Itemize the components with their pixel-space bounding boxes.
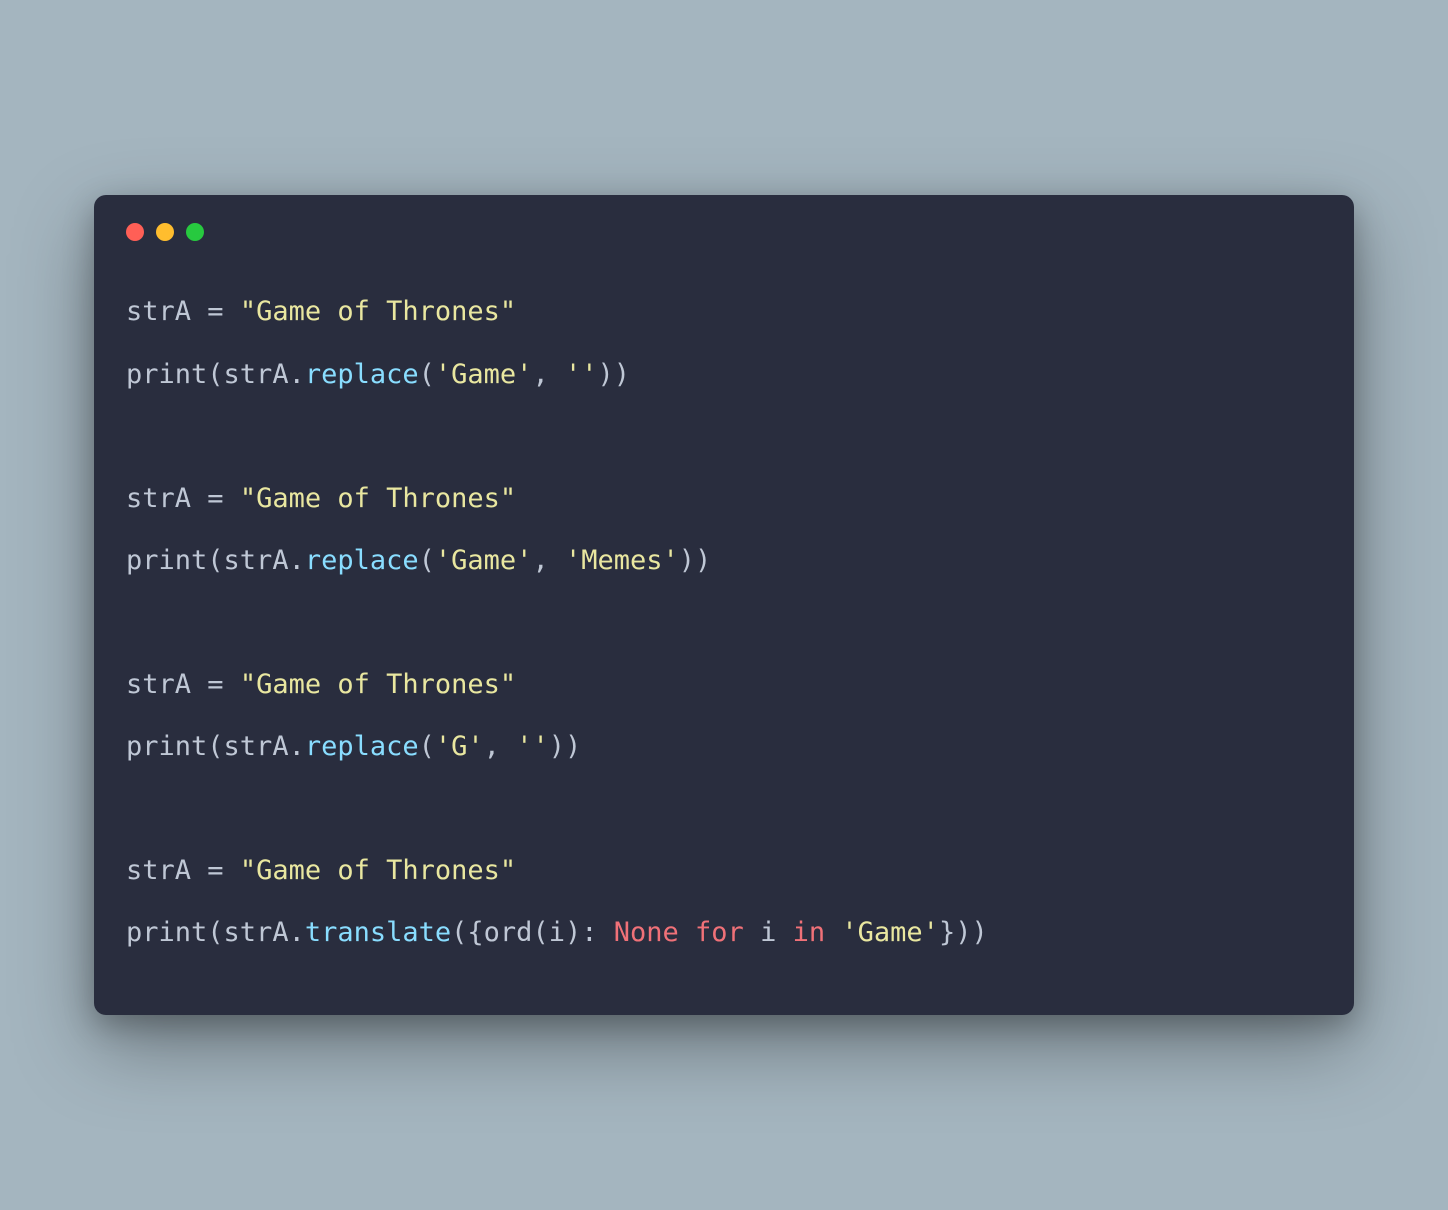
string-literal: "Game of Thrones": [240, 483, 516, 514]
string-literal: 'Game': [435, 359, 533, 390]
method: replace: [305, 731, 419, 762]
string-literal: "Game of Thrones": [240, 855, 516, 886]
function-call: ord: [484, 917, 533, 948]
object: strA.: [224, 731, 305, 762]
object: strA.: [224, 359, 305, 390]
function-call: print: [126, 917, 207, 948]
string-literal: "Game of Thrones": [240, 296, 516, 327]
string-literal: '': [516, 731, 549, 762]
code-block: strA = "Game of Thrones" print(strA.repl…: [126, 281, 1322, 964]
minimize-icon[interactable]: [156, 223, 174, 241]
function-call: print: [126, 359, 207, 390]
string-literal: '': [565, 359, 598, 390]
paren: ):: [565, 917, 614, 948]
code-line: strA = "Game of Thrones": [126, 855, 516, 886]
variable: strA: [126, 483, 191, 514]
window-controls: [126, 223, 1322, 241]
space: [679, 917, 695, 948]
maximize-icon[interactable]: [186, 223, 204, 241]
paren: (: [419, 545, 435, 576]
comma: ,: [532, 545, 565, 576]
keyword-for: for: [695, 917, 744, 948]
keyword-in: in: [793, 917, 826, 948]
keyword-none: None: [614, 917, 679, 948]
brace: ({: [451, 917, 484, 948]
brace: })): [939, 917, 988, 948]
method: translate: [305, 917, 451, 948]
code-line: strA = "Game of Thrones": [126, 296, 516, 327]
paren: )): [679, 545, 712, 576]
space: [776, 917, 792, 948]
comma: ,: [484, 731, 517, 762]
paren: (: [419, 359, 435, 390]
comma: ,: [532, 359, 565, 390]
operator: =: [191, 296, 240, 327]
paren: (: [207, 731, 223, 762]
operator: =: [191, 669, 240, 700]
variable: strA: [126, 296, 191, 327]
method: replace: [305, 545, 419, 576]
string-literal: 'Memes': [565, 545, 679, 576]
space: [825, 917, 841, 948]
string-literal: "Game of Thrones": [240, 669, 516, 700]
paren: (: [419, 731, 435, 762]
variable: i: [549, 917, 565, 948]
object: strA.: [224, 917, 305, 948]
string-literal: 'G': [435, 731, 484, 762]
function-call: print: [126, 731, 207, 762]
paren: (: [532, 917, 548, 948]
paren: (: [207, 917, 223, 948]
method: replace: [305, 359, 419, 390]
variable: strA: [126, 669, 191, 700]
code-line: strA = "Game of Thrones": [126, 483, 516, 514]
close-icon[interactable]: [126, 223, 144, 241]
operator: =: [191, 483, 240, 514]
paren: )): [549, 731, 582, 762]
string-literal: 'Game': [435, 545, 533, 576]
variable: strA: [126, 855, 191, 886]
operator: =: [191, 855, 240, 886]
code-window: strA = "Game of Thrones" print(strA.repl…: [94, 195, 1354, 1014]
function-call: print: [126, 545, 207, 576]
paren: (: [207, 359, 223, 390]
code-line: print(strA.replace('G', '')): [126, 731, 581, 762]
paren: (: [207, 545, 223, 576]
string-literal: 'Game': [841, 917, 939, 948]
code-line: print(strA.replace('Game', 'Memes')): [126, 545, 711, 576]
code-line: print(strA.translate({ord(i): None for i…: [126, 917, 988, 948]
code-line: strA = "Game of Thrones": [126, 669, 516, 700]
code-line: print(strA.replace('Game', '')): [126, 359, 630, 390]
variable: i: [760, 917, 776, 948]
paren: )): [597, 359, 630, 390]
space: [744, 917, 760, 948]
object: strA.: [224, 545, 305, 576]
